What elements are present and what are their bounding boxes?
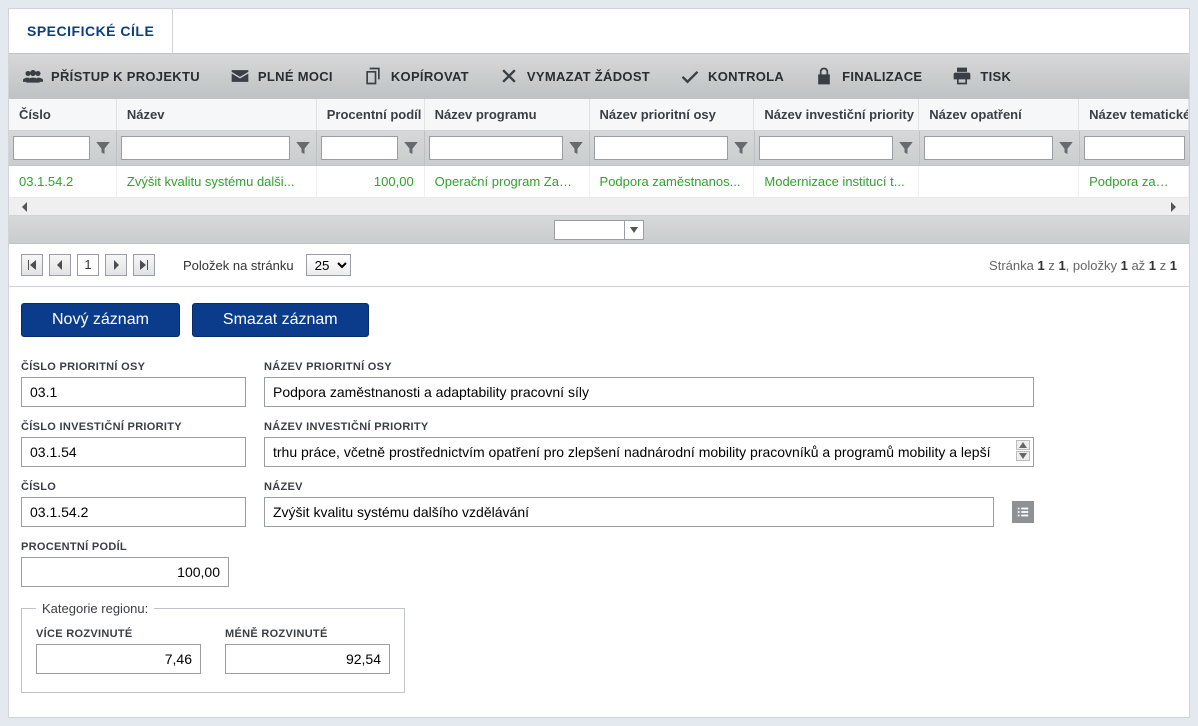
cell-number: 03.1.54.2 bbox=[9, 166, 117, 197]
number-field[interactable] bbox=[21, 497, 246, 527]
toolbar-check-button[interactable]: KONTROLA bbox=[674, 54, 790, 98]
col-header-name[interactable]: Název bbox=[117, 99, 317, 130]
pager-per-label: Položek na stránku bbox=[183, 258, 294, 273]
toolbar-access-label: PŘÍSTUP K PROJEKTU bbox=[51, 69, 200, 84]
check-icon bbox=[680, 66, 700, 86]
toolbar-copy-label: KOPÍROVAT bbox=[391, 69, 469, 84]
filter-number[interactable] bbox=[13, 136, 90, 160]
tab-specific-goals[interactable]: SPECIFICKÉ CÍLE bbox=[9, 9, 173, 53]
cell-axis: Podpora zaměstnanos... bbox=[590, 166, 755, 197]
horizontal-scrollbar[interactable] bbox=[9, 198, 1189, 216]
col-header-number[interactable]: Číslo bbox=[9, 99, 117, 130]
filter-program[interactable] bbox=[429, 136, 563, 160]
cell-investment: Modernizace institucí t... bbox=[754, 166, 919, 197]
toolbar-print-label: TISK bbox=[980, 69, 1011, 84]
percent-label: PROCENTNÍ PODÍL bbox=[21, 541, 229, 553]
name-label: NÁZEV bbox=[264, 481, 994, 493]
print-icon bbox=[952, 66, 972, 86]
filter-thematic[interactable] bbox=[1084, 136, 1185, 160]
region-legend: Kategorie regionu: bbox=[36, 601, 154, 616]
toolbar-delete-label: VYMAZAT ŽÁDOST bbox=[527, 69, 650, 84]
lock-icon bbox=[814, 66, 834, 86]
filter-measure[interactable] bbox=[924, 136, 1053, 160]
funnel-icon[interactable] bbox=[94, 139, 112, 157]
filter-axis[interactable] bbox=[594, 136, 728, 160]
toolbar-powers-label: PLNÉ MOCI bbox=[258, 69, 333, 84]
x-icon bbox=[499, 66, 519, 86]
inv-name-field[interactable] bbox=[264, 437, 1034, 467]
axis-name-field[interactable] bbox=[264, 377, 1034, 407]
col-header-measure[interactable]: Název opatření bbox=[919, 99, 1079, 130]
toolbar-copy-button[interactable]: KOPÍROVAT bbox=[357, 54, 475, 98]
cell-thematic: Podpora zaměs bbox=[1079, 166, 1189, 197]
people-icon bbox=[23, 66, 43, 86]
scroll-left-button[interactable] bbox=[13, 198, 37, 215]
cell-percent: 100,00 bbox=[317, 166, 425, 197]
col-header-axis[interactable]: Název prioritní osy bbox=[590, 99, 755, 130]
region-category-fieldset: Kategorie regionu: VÍCE ROZVINUTÉ MÉNĚ R… bbox=[21, 601, 405, 693]
copy-icon bbox=[363, 66, 383, 86]
filter-percent[interactable] bbox=[321, 136, 398, 160]
cell-measure bbox=[919, 166, 1079, 197]
pager-first-button[interactable] bbox=[21, 254, 43, 276]
filter-investment[interactable] bbox=[759, 136, 893, 160]
col-header-percent[interactable]: Procentní podíl bbox=[317, 99, 425, 130]
inv-name-label: NÁZEV INVESTIČNÍ PRIORITY bbox=[264, 421, 1034, 433]
funnel-icon[interactable] bbox=[567, 139, 585, 157]
pager-prev-button[interactable] bbox=[49, 254, 71, 276]
funnel-icon[interactable] bbox=[1057, 139, 1075, 157]
col-header-investment[interactable]: Název investiční priority bbox=[754, 99, 919, 130]
axis-number-field[interactable] bbox=[21, 377, 246, 407]
inv-number-label: ČÍSLO INVESTIČNÍ PRIORITY bbox=[21, 421, 246, 433]
pager-next-button[interactable] bbox=[105, 254, 127, 276]
funnel-icon[interactable] bbox=[402, 139, 420, 157]
less-developed-label: MÉNĚ ROZVINUTÉ bbox=[225, 628, 390, 640]
toolbar-finalize-label: FINALIZACE bbox=[842, 69, 922, 84]
funnel-icon[interactable] bbox=[732, 139, 750, 157]
pager-per-select[interactable]: 25 bbox=[306, 254, 351, 276]
funnel-icon[interactable] bbox=[897, 139, 915, 157]
pager-current-page[interactable]: 1 bbox=[77, 254, 99, 276]
col-header-thematic[interactable]: Název tematického bbox=[1079, 99, 1189, 130]
dropdown-field[interactable] bbox=[554, 220, 624, 240]
inv-name-up-button[interactable] bbox=[1016, 440, 1030, 450]
pager-last-button[interactable] bbox=[133, 254, 155, 276]
number-label: ČÍSLO bbox=[21, 481, 246, 493]
col-header-program[interactable]: Název programu bbox=[425, 99, 590, 130]
list-icon bbox=[1016, 505, 1030, 519]
inv-name-down-button[interactable] bbox=[1016, 451, 1030, 461]
toolbar-finalize-button[interactable]: FINALIZACE bbox=[808, 54, 928, 98]
filter-name[interactable] bbox=[121, 136, 290, 160]
more-developed-field[interactable] bbox=[36, 644, 201, 674]
dropdown-toggle[interactable] bbox=[624, 220, 644, 240]
scroll-right-button[interactable] bbox=[1161, 198, 1185, 215]
axis-name-label: NÁZEV PRIORITNÍ OSY bbox=[264, 361, 1034, 373]
pager-status: Stránka 1 z 1, položky 1 až 1 z 1 bbox=[989, 258, 1177, 273]
lookup-button[interactable] bbox=[1012, 501, 1034, 523]
inv-number-field[interactable] bbox=[21, 437, 246, 467]
toolbar-check-label: KONTROLA bbox=[708, 69, 784, 84]
new-record-button[interactable]: Nový záznam bbox=[21, 303, 180, 337]
toolbar-access-button[interactable]: PŘÍSTUP K PROJEKTU bbox=[17, 54, 206, 98]
less-developed-field[interactable] bbox=[225, 644, 390, 674]
table-row[interactable]: 03.1.54.2 Zvýšit kvalitu systému dalši..… bbox=[9, 166, 1189, 198]
name-field[interactable] bbox=[264, 497, 994, 527]
funnel-icon[interactable] bbox=[294, 139, 312, 157]
delete-record-button[interactable]: Smazat záznam bbox=[192, 303, 369, 337]
cell-name: Zvýšit kvalitu systému dalši... bbox=[117, 166, 317, 197]
chevron-down-icon bbox=[630, 227, 638, 233]
axis-number-label: ČÍSLO PRIORITNÍ OSY bbox=[21, 361, 246, 373]
envelope-icon bbox=[230, 66, 250, 86]
toolbar-delete-button[interactable]: VYMAZAT ŽÁDOST bbox=[493, 54, 656, 98]
cell-program: Operační program Zam... bbox=[425, 166, 590, 197]
toolbar-powers-button[interactable]: PLNÉ MOCI bbox=[224, 54, 339, 98]
percent-field[interactable] bbox=[21, 557, 229, 587]
more-developed-label: VÍCE ROZVINUTÉ bbox=[36, 628, 201, 640]
toolbar-print-button[interactable]: TISK bbox=[946, 54, 1017, 98]
